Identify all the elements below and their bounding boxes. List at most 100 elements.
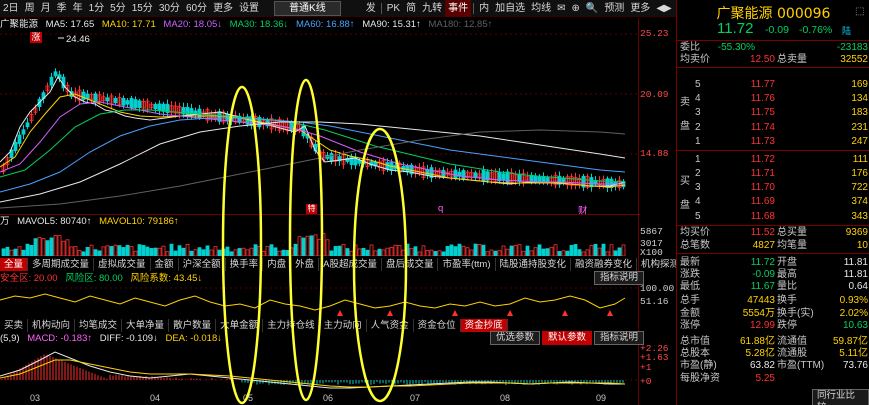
level-number: 1 xyxy=(695,136,701,147)
ask-volume: 247 xyxy=(851,136,868,147)
level-number: 2 xyxy=(695,168,701,179)
ask-level-5[interactable]: 5 11.77 169 xyxy=(677,79,869,91)
price-change-pct: -0.76% xyxy=(799,24,833,36)
quote-label: 量比 xyxy=(777,281,797,292)
total-ask-label: 总卖量 xyxy=(777,54,807,65)
quote-label: 最高 xyxy=(777,269,797,280)
level-number: 4 xyxy=(695,196,701,207)
avg-bid-label: 均买价 xyxy=(680,227,710,238)
bid-level-2[interactable]: 2 11.71 176 xyxy=(677,168,869,180)
ask-price: 11.76 xyxy=(750,93,775,104)
order-ratio-row: 委比 -55.30% -23183 xyxy=(677,42,869,54)
avg-ask-label: 均卖价 xyxy=(680,54,710,65)
quote-row: 市盈(静) 63.82 市盈(TTM) 73.76 xyxy=(677,360,869,372)
bid-volume: 343 xyxy=(851,211,868,222)
chart-area[interactable]: 2日 周 月 季 年 1分 5分 15分 30分 60分 更多 设置 普通K线 … xyxy=(0,0,676,405)
level-number: 2 xyxy=(695,122,701,133)
quote-value: 5.28亿 xyxy=(745,348,775,359)
quote-label: 市盈(静) xyxy=(680,360,717,371)
quote-value: -0.09 xyxy=(752,269,775,280)
quote-label: 总手 xyxy=(680,295,700,306)
divider xyxy=(677,40,869,41)
avg-bid-row: 均买价 11.52 总买量 9369 xyxy=(677,227,869,239)
quote-row: 总手 47443 换手 0.93% xyxy=(677,295,869,307)
level-number: 1 xyxy=(695,154,701,165)
quote-value: 47443 xyxy=(747,295,775,306)
quote-panel: 广聚能源 000096 ⬚ 11.72 -0.09 -0.76% 陆 委比 -5… xyxy=(676,0,869,405)
total-ask-value: 32552 xyxy=(840,54,868,65)
quote-label: 开盘 xyxy=(777,257,797,268)
divider xyxy=(677,67,869,68)
trade-count-value: 4827 xyxy=(752,240,775,251)
bid-price: 11.72 xyxy=(750,154,775,165)
ask-volume: 183 xyxy=(851,107,868,118)
trade-count-label: 总笔数 xyxy=(680,240,710,251)
ask-price: 11.77 xyxy=(750,79,775,90)
bid-volume: 111 xyxy=(852,154,868,165)
avg-ask-value: 12.50 xyxy=(749,54,775,65)
quote-label: 总股本 xyxy=(680,348,710,359)
ratio-diff: -23183 xyxy=(836,42,868,53)
ratio-value: -55.30% xyxy=(717,42,755,53)
total-bid-value: 9369 xyxy=(845,227,868,238)
quote-value: 0.93% xyxy=(839,295,868,306)
quote-row: 总股本 5.28亿 流通股 5.11亿 xyxy=(677,348,869,360)
last-price: 11.72 xyxy=(717,20,754,37)
ask-volume: 134 xyxy=(851,93,868,104)
quote-value: 5.11亿 xyxy=(839,348,868,359)
quote-label: 跌停 xyxy=(777,320,797,331)
quote-row: 涨跌 -0.09 最高 11.81 xyxy=(677,269,869,281)
avg-bid-value: 11.52 xyxy=(750,227,775,238)
quote-row: 金额 5554万 换手(实) 2.02% xyxy=(677,308,869,320)
quote-value: 11.72 xyxy=(750,257,775,268)
ask-price: 11.73 xyxy=(750,136,775,147)
bid-level-5[interactable]: 5 11.68 343 xyxy=(677,211,869,223)
quote-label: 换手(实) xyxy=(777,308,814,319)
trades-row: 总笔数 4827 均笔量 10 xyxy=(677,240,869,252)
quote-label: 涨停 xyxy=(680,320,700,331)
bid-price: 11.69 xyxy=(750,196,775,207)
ratio-label: 委比 xyxy=(680,42,700,53)
quote-value: 0.64 xyxy=(848,281,868,292)
annotation-ellipse xyxy=(221,85,263,405)
ask-level-2[interactable]: 2 11.74 231 xyxy=(677,122,869,134)
ask-volume: 231 xyxy=(851,122,868,133)
ask-price: 11.74 xyxy=(750,122,775,133)
quote-value: 12.99 xyxy=(749,320,775,331)
quote-label: 流通值 xyxy=(777,336,807,347)
panel-expand-icon[interactable]: ⬚ xyxy=(855,6,864,17)
bid-level-3[interactable]: 3 11.70 722 xyxy=(677,182,869,194)
quote-row: 最新 11.72 开盘 11.81 xyxy=(677,257,869,269)
bid-level-1[interactable]: 1 11.72 111 xyxy=(677,154,869,166)
ask-price: 11.75 xyxy=(750,107,775,118)
avg-trade-label: 均笔量 xyxy=(777,240,807,251)
quote-value: 5554万 xyxy=(742,308,775,319)
northbound-tag: 陆 xyxy=(842,26,852,36)
price-change: -0.09 xyxy=(765,24,789,36)
ask-level-4[interactable]: 4 11.76 134 xyxy=(677,93,869,105)
bid-volume: 722 xyxy=(851,182,868,193)
bid-price: 11.68 xyxy=(750,211,775,222)
quote-row: 每股净资 5.25 xyxy=(677,373,869,385)
level-number: 5 xyxy=(695,79,701,90)
avg-trade-value: 10 xyxy=(856,240,868,251)
total-bid-label: 总买量 xyxy=(777,227,807,238)
quote-value: 61.88亿 xyxy=(739,336,775,347)
level-number: 4 xyxy=(695,93,701,104)
divider xyxy=(677,253,869,254)
quote-label: 流通股 xyxy=(777,348,807,359)
bid-volume: 374 xyxy=(851,196,868,207)
quote-row: 最低 11.67 量比 0.64 xyxy=(677,281,869,293)
quote-value: 5.25 xyxy=(755,373,775,384)
bid-price: 11.70 xyxy=(750,182,775,193)
ask-level-3[interactable]: 3 11.75 183 xyxy=(677,107,869,119)
bid-level-4[interactable]: 4 11.69 374 xyxy=(677,196,869,208)
quote-label: 市盈(TTM) xyxy=(777,360,825,371)
industry-compare-button[interactable]: 同行业比较 xyxy=(812,389,869,405)
ask-level-1[interactable]: 1 11.73 247 xyxy=(677,136,869,148)
quote-value: 11.67 xyxy=(750,281,775,292)
level-number: 3 xyxy=(695,107,701,118)
quote-row: 总市值 61.88亿 流通值 59.87亿 xyxy=(677,336,869,348)
bid-volume: 176 xyxy=(851,168,868,179)
quote-value: 2.02% xyxy=(839,308,868,319)
